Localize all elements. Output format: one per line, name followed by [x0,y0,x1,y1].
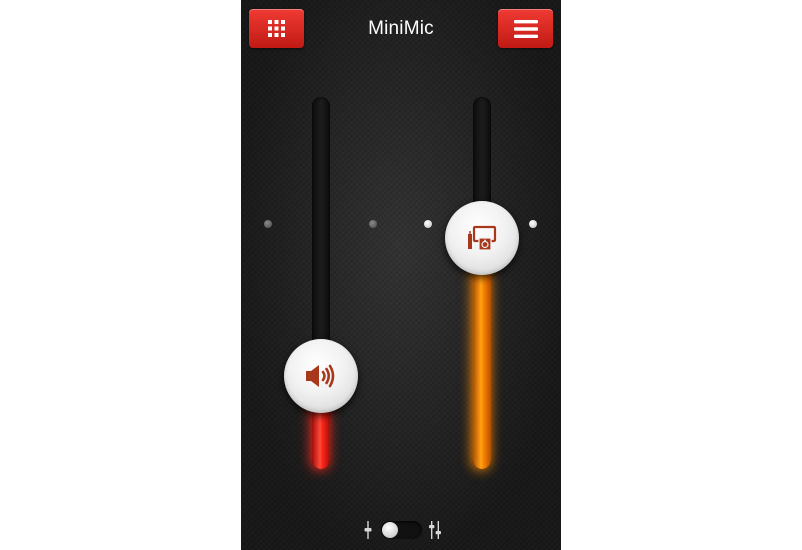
toggle-thumb [382,522,398,538]
level-marker-dot [264,220,272,228]
mode-toggle-switch[interactable] [381,521,422,539]
app-screen: MiniMic [241,0,561,550]
speaker-volume-slider-knob[interactable] [284,339,358,413]
single-slider-icon [364,521,372,539]
main-menu-button[interactable] [498,9,553,48]
monitor-speaker-icon [468,225,497,251]
output-device-slider-knob[interactable] [445,201,519,275]
level-marker-dot [369,220,377,228]
level-marker-dot [424,220,432,228]
speaker-icon [306,364,335,388]
output-device-slider-track[interactable] [473,97,491,469]
level-marker-dot [529,220,537,228]
speaker-volume-slider-track[interactable] [312,97,330,469]
dual-slider-icon [429,521,441,539]
hamburger-menu-icon [513,19,538,38]
